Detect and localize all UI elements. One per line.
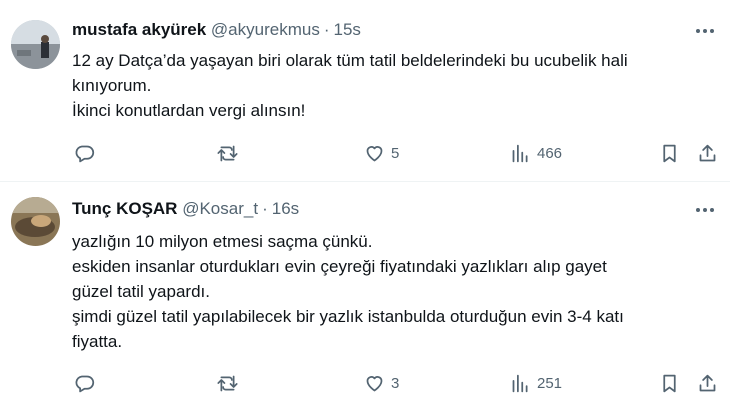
separator-dot: · — [262, 199, 268, 218]
timestamp[interactable]: 16s — [272, 199, 299, 218]
author-handle[interactable]: @akyurekmus — [211, 20, 320, 39]
divider — [0, 181, 730, 182]
views-count: 466 — [537, 144, 563, 162]
bookmark-button[interactable] — [659, 141, 680, 165]
tweet-text-line: yazlığın 10 milyon etmesi saçma çünkü. — [72, 232, 373, 251]
heart-icon — [366, 375, 383, 391]
retweet-button[interactable] — [217, 141, 238, 165]
retweet-button[interactable] — [217, 371, 238, 395]
tweet-text-line: fiyatta. — [72, 332, 123, 351]
share-button[interactable] — [697, 371, 718, 395]
retweet-icon — [217, 375, 238, 391]
tweet[interactable]: Tunç KOŞAR @Kosar_t · 16s yazlığın 10 mily… — [0, 183, 730, 420]
tweet[interactable]: mustafa akyürek @akyurekmus · 15s 12 ay Da… — [0, 0, 730, 182]
reply-icon — [75, 375, 95, 392]
tweet-header: mustafa akyürek @akyurekmus · 15s — [72, 20, 680, 40]
views-button[interactable]: 251 — [510, 371, 562, 395]
reply-icon — [75, 145, 95, 162]
avatar[interactable] — [11, 197, 60, 246]
retweet-icon — [217, 145, 238, 161]
like-count: 5 — [391, 144, 400, 162]
author-handle[interactable]: @Kosar_t — [182, 199, 258, 218]
timestamp[interactable]: 15s — [334, 20, 361, 39]
like-count: 3 — [391, 374, 400, 392]
views-icon — [512, 144, 528, 162]
avatar[interactable] — [11, 20, 60, 69]
tweet-text-line: güzel tatil yapardı. — [72, 282, 210, 301]
share-icon — [699, 144, 716, 161]
views-icon — [512, 374, 528, 392]
tweet-text-line: şimdi güzel tatil yapılabilecek bir yazl… — [72, 307, 624, 326]
bookmark-icon — [663, 144, 676, 162]
more-icon[interactable] — [694, 203, 716, 215]
separator-dot: · — [323, 20, 330, 39]
views-count: 251 — [537, 374, 563, 392]
bookmark-button[interactable] — [659, 371, 680, 395]
reply-button[interactable] — [74, 371, 95, 395]
views-button[interactable]: 466 — [510, 141, 562, 165]
tweet-text-line: İkinci konutlardan vergi alınsın! — [72, 101, 306, 120]
heart-icon — [366, 145, 383, 161]
tweet-actions: 5 466 — [72, 141, 720, 165]
author-name[interactable]: mustafa akyürek — [72, 20, 206, 39]
tweet-text: yazlığın 10 milyon etmesi saçma çünkü. e… — [72, 229, 716, 354]
tweet-header: Tunç KOŞAR @Kosar_t · 16s — [72, 199, 680, 219]
more-icon[interactable] — [694, 24, 716, 36]
tweet-text-line: eskiden insanlar oturdukları evin çeyreğ… — [72, 257, 607, 276]
tweet-text-line: 12 ay Datça’da yaşayan biri olarak tüm t… — [72, 51, 628, 70]
tweet-text: 12 ay Datça’da yaşayan biri olarak tüm t… — [72, 48, 716, 123]
bookmark-icon — [663, 374, 676, 392]
tweet-actions: 3 251 — [72, 371, 720, 395]
reply-button[interactable] — [74, 141, 95, 165]
author-name[interactable]: Tunç KOŞAR — [72, 199, 177, 218]
share-icon — [699, 374, 716, 391]
tweet-text-line: kınıyorum. — [72, 76, 152, 95]
like-button[interactable]: 5 — [364, 141, 399, 165]
share-button[interactable] — [697, 141, 718, 165]
like-button[interactable]: 3 — [364, 371, 399, 395]
